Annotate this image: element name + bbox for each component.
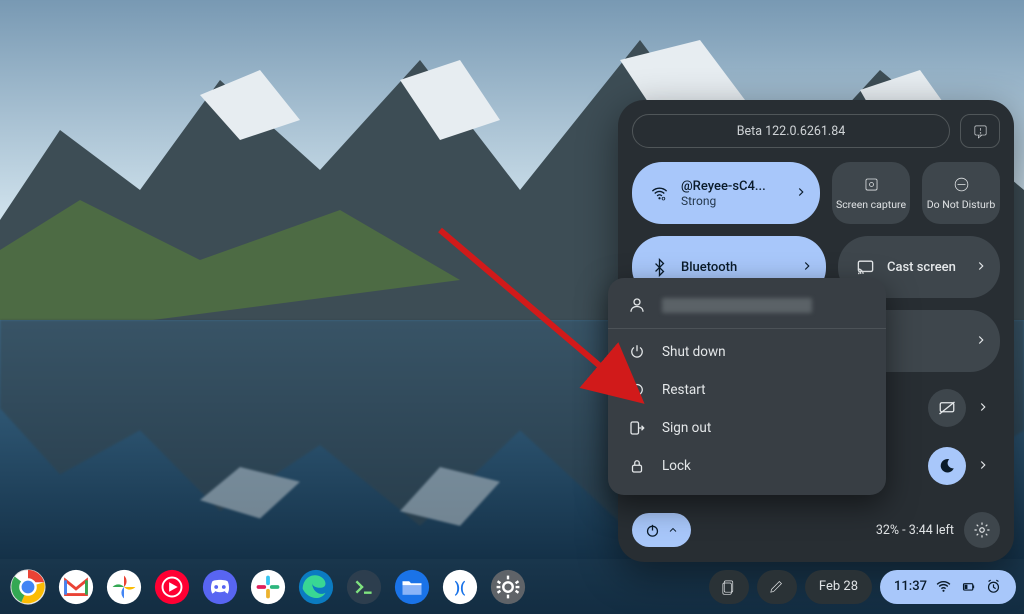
- settings-gear-button[interactable]: [964, 512, 1000, 548]
- date-pill[interactable]: Feb 28: [805, 570, 872, 604]
- bluetooth-icon: [650, 258, 669, 277]
- gear-icon: [973, 521, 991, 539]
- app-photos[interactable]: [104, 567, 144, 607]
- feedback-button[interactable]: [960, 114, 1000, 148]
- vpn-expand[interactable]: [974, 332, 988, 351]
- app-youtube-music[interactable]: [152, 567, 192, 607]
- app-icon: )(: [441, 568, 479, 606]
- feedback-icon: [972, 123, 989, 140]
- power-menu-user[interactable]: [608, 286, 886, 324]
- app-chrome[interactable]: [8, 567, 48, 607]
- version-banner[interactable]: Beta 122.0.6261.84: [632, 114, 950, 148]
- chevron-right-icon: [976, 400, 990, 414]
- wifi-tile[interactable]: @Reyee-sC4... Strong: [632, 162, 820, 224]
- gmail-icon: [57, 568, 95, 606]
- svg-text:)(: )(: [455, 578, 466, 596]
- chevron-right-icon: [794, 185, 808, 199]
- status-tray[interactable]: 11:37: [880, 570, 1016, 604]
- chrome-icon: [9, 568, 47, 606]
- app-gmail[interactable]: [56, 567, 96, 607]
- brightness-expand[interactable]: [976, 399, 990, 418]
- cast-icon: [856, 258, 875, 277]
- wifi-expand[interactable]: [794, 184, 808, 203]
- wifi-status: Strong: [681, 194, 766, 208]
- user-icon: [628, 296, 646, 314]
- signout-label: Sign out: [662, 420, 711, 436]
- cast-expand[interactable]: [974, 258, 988, 277]
- youtube-music-icon: [153, 568, 191, 606]
- edge-icon: [297, 568, 335, 606]
- screen-capture-tile[interactable]: Screen capture: [832, 162, 910, 224]
- volume-expand[interactable]: [976, 457, 990, 476]
- battery-text: 32% - 3:44 left: [876, 523, 954, 538]
- tote-button[interactable]: [709, 570, 749, 604]
- app-discord[interactable]: [200, 567, 240, 607]
- lock-label: Lock: [662, 458, 691, 474]
- app-terminal[interactable]: [344, 567, 384, 607]
- time-text: 11:37: [894, 579, 927, 594]
- battery-status-icon: [960, 578, 977, 595]
- app-generic-1[interactable]: )(: [440, 567, 480, 607]
- cast-label: Cast screen: [887, 260, 956, 275]
- power-icon: [628, 343, 646, 361]
- moon-icon: [938, 457, 956, 475]
- terminal-icon: [345, 568, 383, 606]
- app-edge[interactable]: [296, 567, 336, 607]
- alarm-status-icon: [985, 578, 1002, 595]
- screen-capture-label: Screen capture: [836, 199, 906, 211]
- menu-separator: [608, 328, 886, 329]
- dark-theme-button[interactable]: [928, 447, 966, 485]
- chevron-right-icon: [976, 458, 990, 472]
- chevron-right-icon: [800, 259, 814, 273]
- bluetooth-expand[interactable]: [800, 258, 814, 277]
- screen-capture-icon: [862, 175, 881, 194]
- power-menu-shutdown[interactable]: Shut down: [608, 333, 886, 371]
- power-menu-signout[interactable]: Sign out: [608, 409, 886, 447]
- app-files[interactable]: [392, 567, 432, 607]
- signout-icon: [628, 419, 646, 437]
- user-name-blurred: [662, 298, 812, 313]
- wifi-name: @Reyee-sC4...: [681, 179, 766, 194]
- dnd-tile[interactable]: Do Not Disturb: [922, 162, 1000, 224]
- slack-icon: [249, 568, 287, 606]
- power-menu: Shut down Restart Sign out Lock: [608, 278, 886, 495]
- date-text: Feb 28: [819, 579, 858, 594]
- shutdown-label: Shut down: [662, 344, 726, 360]
- power-icon: [644, 522, 661, 539]
- chevron-right-icon: [974, 333, 988, 347]
- power-button[interactable]: [632, 513, 691, 547]
- shelf: )( Feb 28 11:37: [0, 559, 1024, 614]
- files-icon: [393, 568, 431, 606]
- settings-icon: [489, 568, 527, 606]
- pencil-icon: [768, 578, 785, 595]
- chevron-up-icon: [667, 524, 679, 536]
- restart-icon: [628, 381, 646, 399]
- power-menu-lock[interactable]: Lock: [608, 447, 886, 485]
- photos-icon: [105, 568, 143, 606]
- bluetooth-label: Bluetooth: [681, 260, 737, 275]
- lock-icon: [628, 457, 646, 475]
- restart-label: Restart: [662, 382, 706, 398]
- tote-icon: [720, 578, 737, 595]
- night-light-button[interactable]: [928, 389, 966, 427]
- display-off-icon: [938, 399, 956, 417]
- power-menu-restart[interactable]: Restart: [608, 371, 886, 409]
- dnd-label: Do Not Disturb: [927, 199, 996, 211]
- wifi-icon: [650, 184, 669, 203]
- chevron-right-icon: [974, 259, 988, 273]
- wifi-status-icon: [935, 578, 952, 595]
- dnd-icon: [952, 175, 971, 194]
- app-settings[interactable]: [488, 567, 528, 607]
- app-slack[interactable]: [248, 567, 288, 607]
- discord-icon: [201, 568, 239, 606]
- stylus-button[interactable]: [757, 570, 797, 604]
